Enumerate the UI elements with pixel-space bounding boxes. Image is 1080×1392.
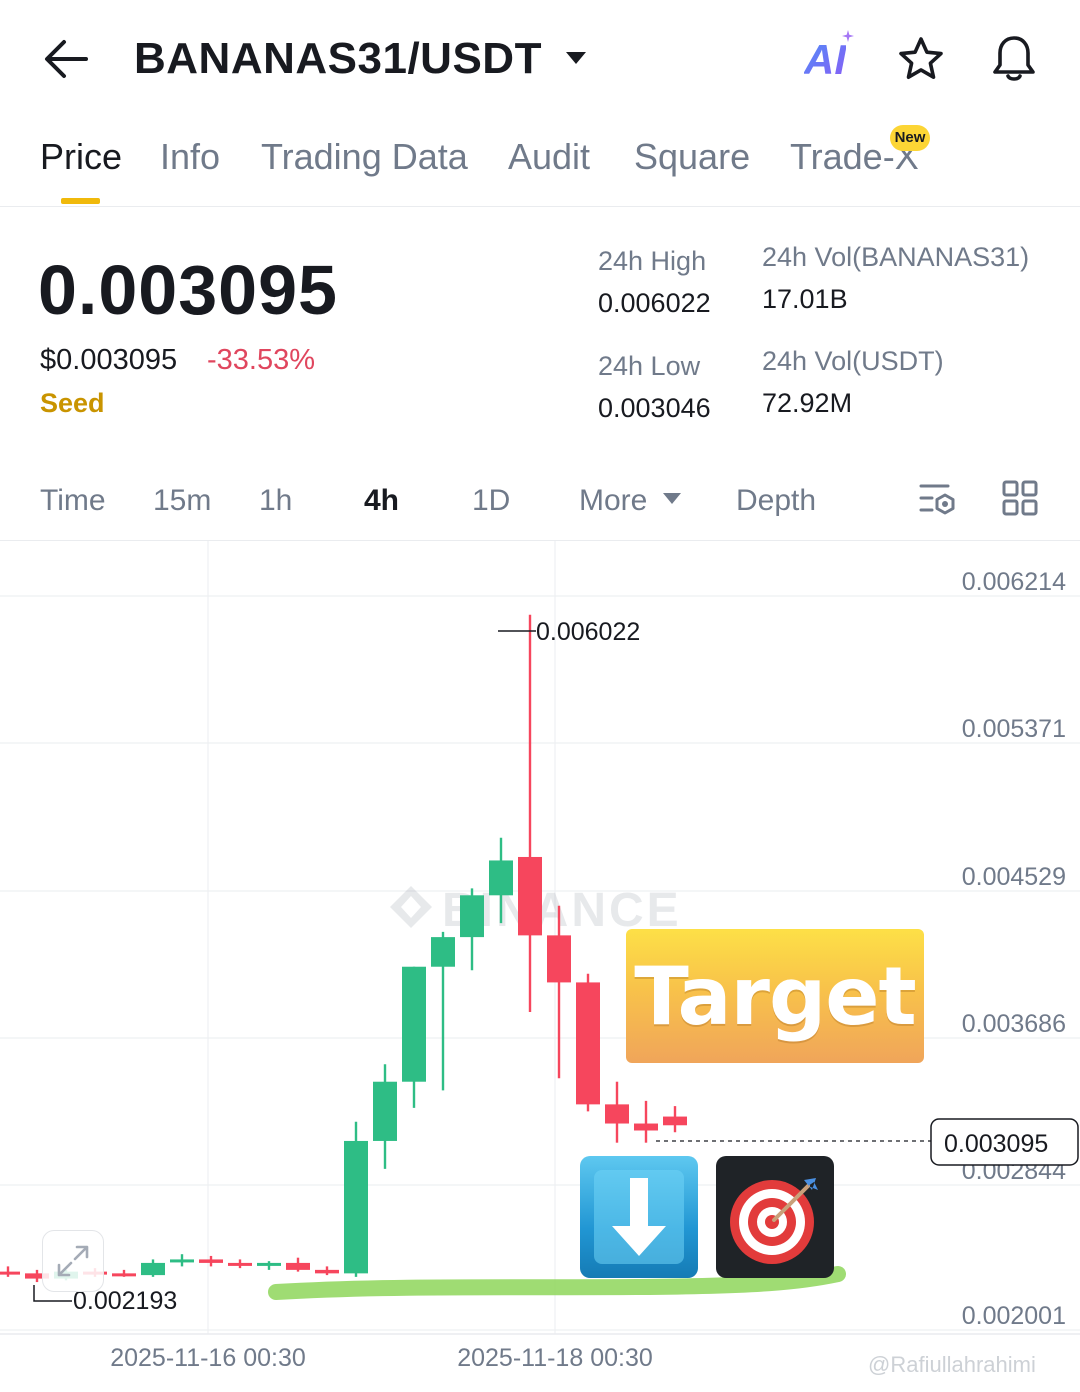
active-tab-indicator bbox=[61, 198, 100, 204]
fullscreen-button[interactable] bbox=[42, 1230, 104, 1292]
candle bbox=[460, 888, 484, 971]
vol-quote-value: 72.92M bbox=[762, 388, 853, 418]
last-price: 0.003095 bbox=[38, 251, 338, 329]
credit-watermark: @Rafiullahrahimi bbox=[868, 1352, 1036, 1377]
y-tick-label: 0.003686 bbox=[962, 1010, 1066, 1038]
low-value: 0.003046 bbox=[598, 393, 711, 423]
candle bbox=[286, 1257, 310, 1272]
tab-audit[interactable]: Audit bbox=[508, 136, 590, 178]
target-text: Target bbox=[634, 950, 916, 1043]
candle-body bbox=[663, 1116, 687, 1126]
candle bbox=[344, 1121, 368, 1277]
seed-tag[interactable]: Seed bbox=[40, 388, 105, 419]
y-tick-label: 0.004529 bbox=[962, 863, 1066, 891]
interval-1h[interactable]: 1h bbox=[259, 484, 292, 518]
candle-body bbox=[344, 1140, 368, 1274]
candle-body bbox=[199, 1259, 223, 1263]
bullseye-emoji-icon bbox=[716, 1156, 834, 1278]
layout-grid-icon[interactable] bbox=[1002, 480, 1038, 516]
y-tick-label: 0.002001 bbox=[962, 1302, 1066, 1330]
candle bbox=[576, 973, 600, 1112]
candle bbox=[373, 1064, 397, 1169]
expand-icon bbox=[57, 1245, 89, 1277]
candle-body bbox=[112, 1273, 136, 1277]
candle-body bbox=[315, 1269, 339, 1274]
candle bbox=[663, 1106, 687, 1133]
price-change-percent: -33.53% bbox=[207, 344, 316, 376]
more-dropdown-icon[interactable] bbox=[662, 492, 682, 506]
y-tick-label: 0.006214 bbox=[962, 568, 1066, 596]
last-price-box-label: 0.003095 bbox=[944, 1130, 1048, 1158]
candle-body bbox=[141, 1262, 165, 1276]
candle-body bbox=[576, 982, 600, 1105]
tab-trading-data[interactable]: Trading Data bbox=[261, 136, 468, 178]
x-tick-label: 2025-11-18 00:30 bbox=[457, 1344, 653, 1372]
candle-body bbox=[170, 1259, 194, 1263]
interval-15m[interactable]: 15m bbox=[153, 484, 211, 518]
candle-body bbox=[634, 1123, 658, 1131]
ai-button[interactable]: AI bbox=[804, 36, 846, 84]
interval-4h[interactable]: 4h bbox=[364, 484, 399, 518]
vol-base-label: 24h Vol(BANANAS31) bbox=[762, 242, 1030, 272]
low-label: 24h Low bbox=[598, 351, 701, 381]
candle bbox=[112, 1269, 136, 1277]
candle bbox=[228, 1259, 252, 1269]
candle bbox=[431, 931, 455, 1091]
candle-body bbox=[402, 966, 426, 1082]
candle bbox=[199, 1255, 223, 1267]
candle-body bbox=[460, 895, 484, 938]
notification-bell-icon[interactable] bbox=[988, 32, 1040, 84]
candle-body bbox=[228, 1262, 252, 1266]
candle bbox=[518, 614, 542, 1013]
candle-body bbox=[0, 1271, 20, 1275]
vol-quote-label: 24h Vol(USDT) bbox=[762, 346, 944, 376]
tab-square[interactable]: Square bbox=[634, 136, 750, 178]
interval-time[interactable]: Time bbox=[40, 484, 106, 518]
high-label: 24h High bbox=[598, 246, 707, 276]
pair-dropdown-icon[interactable] bbox=[564, 50, 588, 66]
sparkle-icon bbox=[842, 30, 854, 42]
candle-body bbox=[373, 1081, 397, 1141]
usd-price: $0.003095 bbox=[40, 344, 178, 376]
candle-body bbox=[518, 856, 542, 936]
candle-body bbox=[547, 935, 571, 983]
candle bbox=[141, 1259, 165, 1277]
back-arrow-icon[interactable] bbox=[40, 36, 92, 82]
candle-body bbox=[431, 937, 455, 967]
x-tick-label: 2025-11-16 00:30 bbox=[110, 1344, 306, 1372]
tab-info[interactable]: Info bbox=[160, 136, 220, 178]
down-arrow-emoji-icon bbox=[580, 1156, 698, 1278]
interval-1d[interactable]: 1D bbox=[472, 484, 510, 518]
candle-body bbox=[605, 1104, 629, 1124]
top-bar: BANANAS31/USDT AI bbox=[0, 0, 1080, 118]
high-value: 0.006022 bbox=[598, 288, 711, 318]
candle bbox=[315, 1266, 339, 1276]
candle bbox=[170, 1254, 194, 1267]
candle bbox=[257, 1261, 281, 1270]
indicator-settings-icon[interactable] bbox=[918, 482, 960, 520]
interval-more[interactable]: More bbox=[579, 484, 647, 518]
candle-body bbox=[286, 1262, 310, 1270]
favorite-star-icon[interactable] bbox=[896, 34, 946, 84]
candle bbox=[0, 1266, 20, 1277]
candle-body bbox=[257, 1262, 281, 1266]
candle bbox=[402, 966, 426, 1108]
high-marker-label: 0.006022 bbox=[536, 618, 640, 646]
interval-depth[interactable]: Depth bbox=[736, 484, 816, 518]
y-tick-label: 0.005371 bbox=[962, 715, 1066, 743]
new-badge: New bbox=[890, 125, 930, 151]
tab-price[interactable]: Price bbox=[40, 136, 122, 178]
candle bbox=[605, 1081, 629, 1143]
vol-base-value: 17.01B bbox=[762, 284, 848, 314]
interval-bar: Time 15m 1h 4h 1D More Depth bbox=[0, 468, 1080, 538]
candle-body bbox=[489, 860, 513, 896]
candle bbox=[634, 1100, 658, 1143]
pair-title[interactable]: BANANAS31/USDT bbox=[134, 34, 542, 84]
